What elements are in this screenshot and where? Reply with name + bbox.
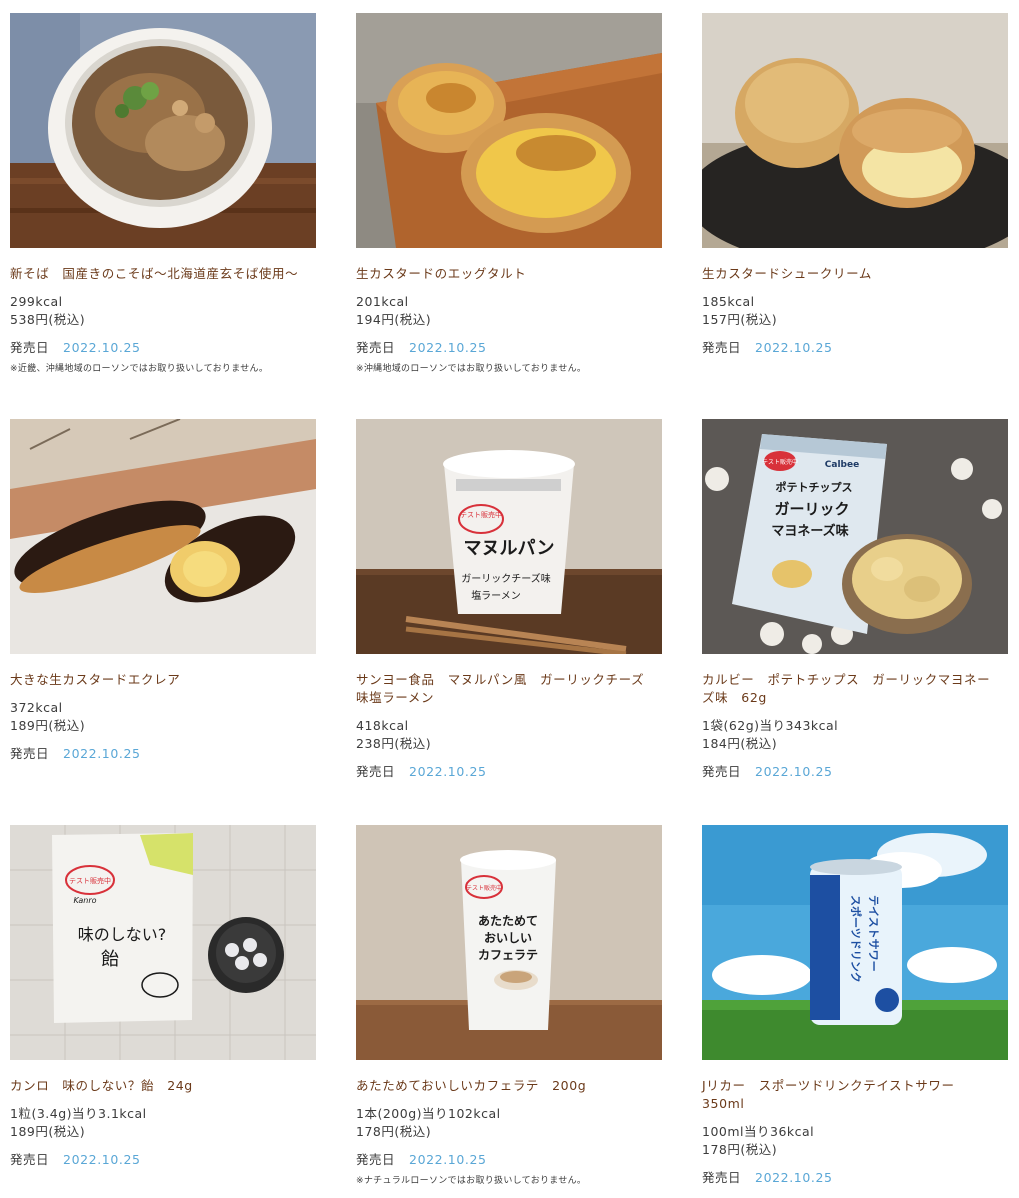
product-name[interactable]: 生カスタードシュークリーム [702, 265, 1002, 283]
product-name[interactable]: カンロ 味のしない？飴 24g [10, 1077, 310, 1095]
release-date-value: 2022.10.25 [63, 1152, 141, 1167]
product-image-soba[interactable] [10, 13, 316, 248]
product-price: 157円(税込) [702, 312, 778, 327]
release-date: 発売日 2022.10.25 [356, 1151, 487, 1169]
product-price: 189円(税込) [10, 718, 86, 733]
release-date: 発売日 2022.10.25 [702, 763, 833, 781]
product-image-eclair[interactable] [10, 419, 316, 654]
release-date: 発売日 2022.10.25 [10, 745, 141, 763]
potato-chips-photo: テスト販売中 Calbee ポテトチップス ガーリック マヨネーズ味 [702, 419, 1008, 654]
product-image-potato-chips[interactable]: テスト販売中 Calbee ポテトチップス ガーリック マヨネーズ味 [702, 419, 1008, 654]
product-image-egg-tart[interactable] [356, 13, 662, 248]
release-label: 発売日 [702, 1170, 742, 1185]
product-price: 538円(税込) [10, 312, 86, 327]
candy-photo: テスト販売中 Kanro 味のしない? 飴 [10, 825, 316, 1060]
calbee-logo-text: Calbee [825, 460, 859, 470]
chips-line1-text: ポテトチップス [776, 480, 853, 494]
chips-badge-text: テスト販売中 [762, 458, 798, 466]
release-date: 発売日 2022.10.25 [356, 763, 487, 781]
kanro-logo-text: Kanro [73, 896, 96, 905]
product-price: 178円(税込) [356, 1124, 432, 1139]
product-image-candy[interactable]: テスト販売中 Kanro 味のしない? 飴 [10, 825, 316, 1060]
release-label: 発売日 [10, 1152, 50, 1167]
release-date-value: 2022.10.25 [409, 764, 487, 779]
product-note: ※近畿、沖縄地域のローソンではお取り扱いしておりません。 [10, 364, 269, 374]
release-label: 発売日 [10, 340, 50, 355]
chips-line2-text: ガーリック [774, 500, 849, 518]
release-date-value: 2022.10.25 [63, 340, 141, 355]
product-kcal: 185kcal [702, 294, 755, 309]
can-text-line2: テイストサワー [867, 895, 880, 972]
product-note: ※ナチュラルローソンではお取り扱いしておりません。 [356, 1176, 587, 1186]
release-label: 発売日 [356, 1152, 396, 1167]
soba-photo [10, 13, 316, 248]
release-label: 発売日 [10, 746, 50, 761]
latte-line2-text: おいしい [484, 931, 532, 945]
product-image-cafe-latte[interactable]: テスト販売中 あたためて おいしい カフェラテ [356, 825, 662, 1060]
latte-line3-text: カフェラテ [478, 948, 538, 962]
product-name[interactable]: 生カスタードのエッグタルト [356, 265, 656, 283]
release-date-value: 2022.10.25 [755, 340, 833, 355]
ramen-cup-photo: テスト販売中 マヌルパン ガーリックチーズ味 塩ラーメン [356, 419, 662, 654]
product-kcal: 418kcal [356, 718, 409, 733]
release-date-value: 2022.10.25 [409, 1152, 487, 1167]
package-sub-text: ガーリックチーズ味 [461, 572, 551, 585]
release-label: 発売日 [356, 764, 396, 779]
release-date-value: 2022.10.25 [755, 764, 833, 779]
release-date: 発売日 2022.10.25 [10, 339, 141, 357]
candy-title2-text: 飴 [101, 949, 119, 970]
product-price: 194円(税込) [356, 312, 432, 327]
chips-line3-text: マヨネーズ味 [771, 523, 848, 539]
product-kcal: 299kcal [10, 294, 63, 309]
product-kcal: 201kcal [356, 294, 409, 309]
product-name[interactable]: カルビー ポテトチップス ガーリックマヨネーズ味 62g [702, 671, 1002, 707]
candy-badge-text: テスト販売中 [69, 876, 111, 885]
product-kcal: 1本(200g)当り102kcal [356, 1106, 501, 1121]
product-image-cream-puff[interactable] [702, 13, 1008, 248]
eclair-photo [10, 419, 316, 654]
egg-tart-photo [356, 13, 662, 248]
release-label: 発売日 [356, 340, 396, 355]
release-date: 発売日 2022.10.25 [10, 1151, 141, 1169]
release-date: 発売日 2022.10.25 [702, 339, 833, 357]
product-name[interactable]: 新そば 国産きのこそば～北海道産玄そば使用～ [10, 265, 310, 283]
product-kcal: 372kcal [10, 700, 63, 715]
product-price: 238円(税込) [356, 736, 432, 751]
product-note: ※沖縄地域のローソンではお取り扱いしておりません。 [356, 364, 587, 374]
product-image-sour-can[interactable]: スポーツドリンク テイストサワー [702, 825, 1008, 1060]
product-name[interactable]: 大きな生カスタードエクレア [10, 671, 310, 689]
product-grid: 新そば 国産きのこそば～北海道産玄そば使用～ 299kcal 538円(税込) … [0, 0, 1019, 1198]
can-text-line1: スポーツドリンク [849, 895, 863, 983]
latte-badge-text: テスト販売中 [466, 884, 502, 892]
product-price: 184円(税込) [702, 736, 778, 751]
test-badge-text: テスト販売中 [460, 510, 502, 519]
release-date-value: 2022.10.25 [63, 746, 141, 761]
cream-puff-photo [702, 13, 1008, 248]
product-image-ramen-cup[interactable]: テスト販売中 マヌルパン ガーリックチーズ味 塩ラーメン [356, 419, 662, 654]
product-kcal: 1袋(62g)当り343kcal [702, 718, 839, 733]
release-date: 発売日 2022.10.25 [702, 1169, 833, 1187]
product-kcal: 1粒(3.4g)当り3.1kcal [10, 1106, 147, 1121]
product-price: 189円(税込) [10, 1124, 86, 1139]
release-date: 発売日 2022.10.25 [356, 339, 487, 357]
product-name[interactable]: サンヨー食品 マヌルパン風 ガーリックチーズ味塩ラーメン [356, 671, 656, 707]
release-label: 発売日 [702, 340, 742, 355]
product-kcal: 100ml当り36kcal [702, 1124, 815, 1139]
product-name[interactable]: あたためておいしいカフェラテ 200g [356, 1077, 656, 1095]
candy-title-text: 味のしない? [78, 925, 167, 944]
product-price: 178円(税込) [702, 1142, 778, 1157]
product-name[interactable]: Jリカー スポーツドリンクテイストサワー 350ml [702, 1077, 1002, 1113]
package-brand-text: マヌルパン [464, 538, 555, 559]
release-date-value: 2022.10.25 [409, 340, 487, 355]
cafe-latte-photo: テスト販売中 あたためて おいしい カフェラテ [356, 825, 662, 1060]
release-label: 発売日 [702, 764, 742, 779]
release-date-value: 2022.10.25 [755, 1170, 833, 1185]
sour-can-photo: スポーツドリンク テイストサワー [702, 825, 1008, 1060]
latte-line1-text: あたためて [478, 914, 538, 928]
package-sub2-text: 塩ラーメン [471, 589, 521, 602]
